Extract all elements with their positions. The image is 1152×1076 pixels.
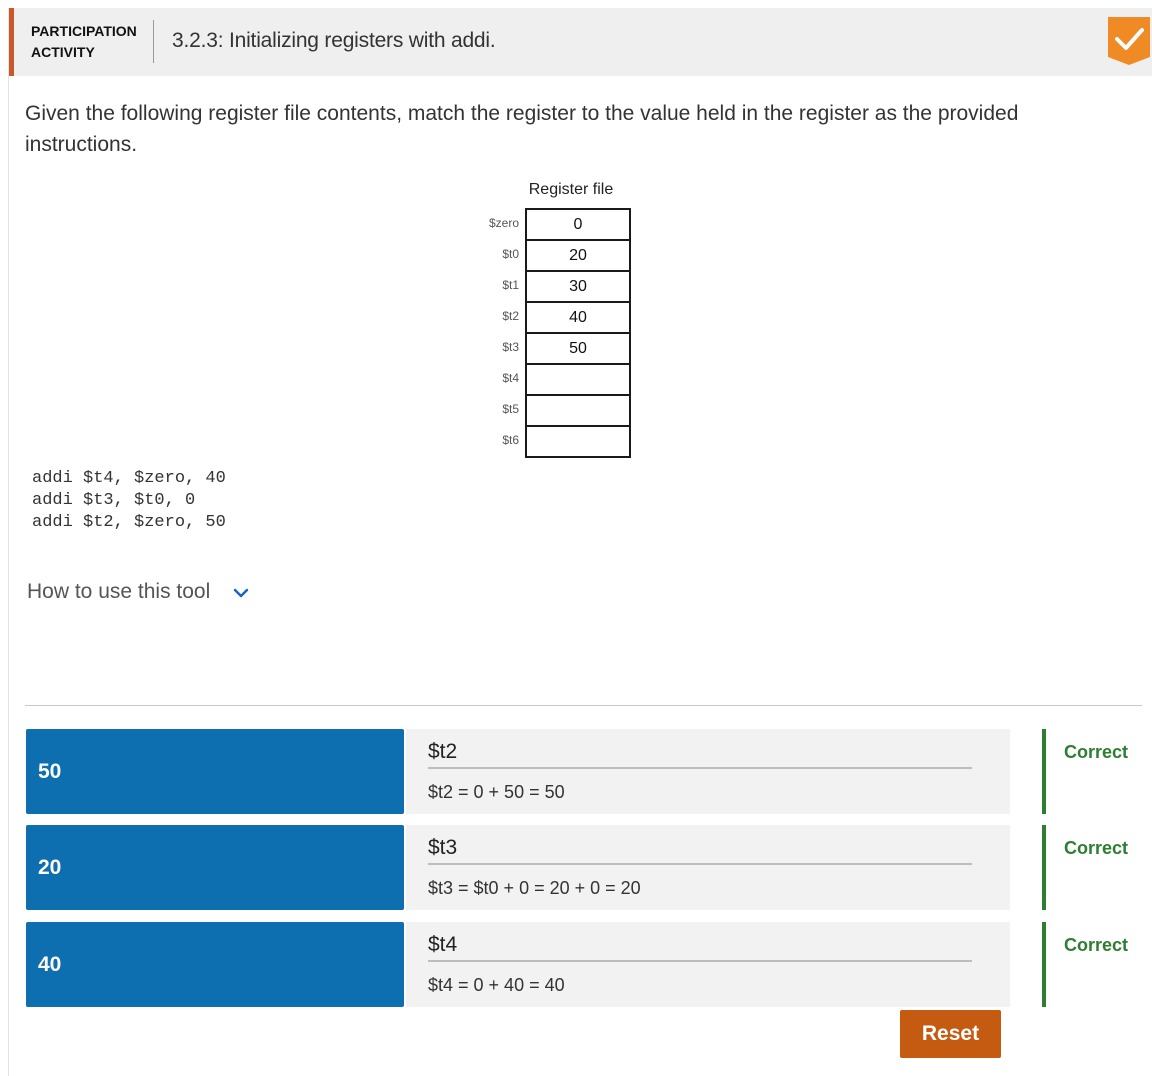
register-value — [525, 363, 631, 396]
target-explanation: $t2 = 0 + 50 = 50 — [428, 782, 565, 802]
code-line: addi $t2, $zero, 50 — [32, 513, 226, 532]
register-name: $zero — [488, 216, 519, 230]
check-badge-icon — [1108, 17, 1150, 65]
code-line: addi $t4, $zero, 40 — [32, 469, 226, 488]
register-row: $t2 40 — [459, 301, 631, 334]
how-to-use-toggle[interactable]: How to use this tool — [27, 580, 249, 604]
header-divider — [153, 20, 154, 63]
separator — [25, 705, 1142, 706]
status-text: Correct — [1064, 838, 1129, 858]
register-name: $t6 — [502, 433, 519, 447]
drop-target[interactable]: $t4 $t4 = 0 + 40 = 40 — [406, 922, 1010, 1007]
register-row: $zero 0 — [459, 208, 631, 241]
register-value: 30 — [525, 270, 631, 303]
register-name: $t1 — [502, 278, 519, 292]
register-value: 20 — [525, 239, 631, 272]
reset-button[interactable]: Reset — [900, 1010, 1001, 1058]
target-label: $t2 — [428, 740, 458, 763]
activity-header: PARTICIPATION ACTIVITY 3.2.3: Initializi… — [9, 8, 1152, 76]
target-explanation: $t4 = 0 + 40 = 40 — [428, 975, 565, 995]
code-line: addi $t3, $t0, 0 — [32, 491, 196, 510]
participation-activity: PARTICIPATION ACTIVITY 3.2.3: Initializi… — [8, 8, 1152, 1076]
target-underline — [428, 863, 972, 865]
register-row: $t5 — [459, 394, 631, 427]
activity-type-label: PARTICIPATION ACTIVITY — [31, 23, 137, 60]
register-value — [525, 425, 631, 458]
target-explanation: $t3 = $t0 + 0 = 20 + 0 = 20 — [428, 878, 641, 898]
register-name: $t2 — [502, 309, 519, 323]
activity-title: 3.2.3: Initializing registers with addi. — [172, 29, 496, 52]
drop-target[interactable]: $t2 $t2 = 0 + 50 = 50 — [406, 729, 1010, 814]
target-underline — [428, 960, 972, 962]
register-value — [525, 394, 631, 427]
register-file-title: Register file — [528, 181, 614, 198]
code-block: addi $t4, $zero, 40 addi $t3, $t0, 0 addi … — [32, 468, 226, 534]
register-name: $t0 — [502, 247, 519, 261]
register-row: $t4 — [459, 363, 631, 396]
register-row: $t0 20 — [459, 239, 631, 272]
match-row: 50 $t2 $t2 = 0 + 50 = 50 Correct — [26, 729, 1146, 814]
status-bar — [1042, 729, 1046, 814]
drop-target[interactable]: $t3 $t3 = $t0 + 0 = 20 + 0 = 20 — [406, 825, 1010, 910]
match-row: 20 $t3 $t3 = $t0 + 0 = 20 + 0 = 20 Corre… — [26, 825, 1146, 910]
status-bar — [1042, 825, 1046, 910]
draggable-value-tile[interactable]: 20 — [26, 825, 404, 910]
instructions-text: Given the following register file conten… — [25, 102, 1019, 156]
match-row: 40 $t4 $t4 = 0 + 40 = 40 Correct — [26, 922, 1146, 1007]
register-row: $t1 30 — [459, 270, 631, 303]
status-text: Correct — [1064, 742, 1129, 762]
chevron-down-icon — [233, 588, 249, 598]
register-name: $t5 — [502, 402, 519, 416]
register-row: $t3 50 — [459, 332, 631, 365]
register-value: 40 — [525, 301, 631, 334]
target-label: $t4 — [428, 933, 458, 956]
draggable-value-tile[interactable]: 50 — [26, 729, 404, 814]
register-name: $t3 — [502, 340, 519, 354]
target-label: $t3 — [428, 836, 458, 859]
draggable-value-tile[interactable]: 40 — [26, 922, 404, 1007]
register-row: $t6 — [459, 425, 631, 458]
register-value: 0 — [525, 208, 631, 241]
how-to-use-label: How to use this tool — [27, 580, 211, 603]
register-name: $t4 — [502, 371, 519, 385]
status-text: Correct — [1064, 935, 1129, 955]
status-bar — [1042, 922, 1046, 1007]
target-underline — [428, 767, 972, 769]
register-value: 50 — [525, 332, 631, 365]
